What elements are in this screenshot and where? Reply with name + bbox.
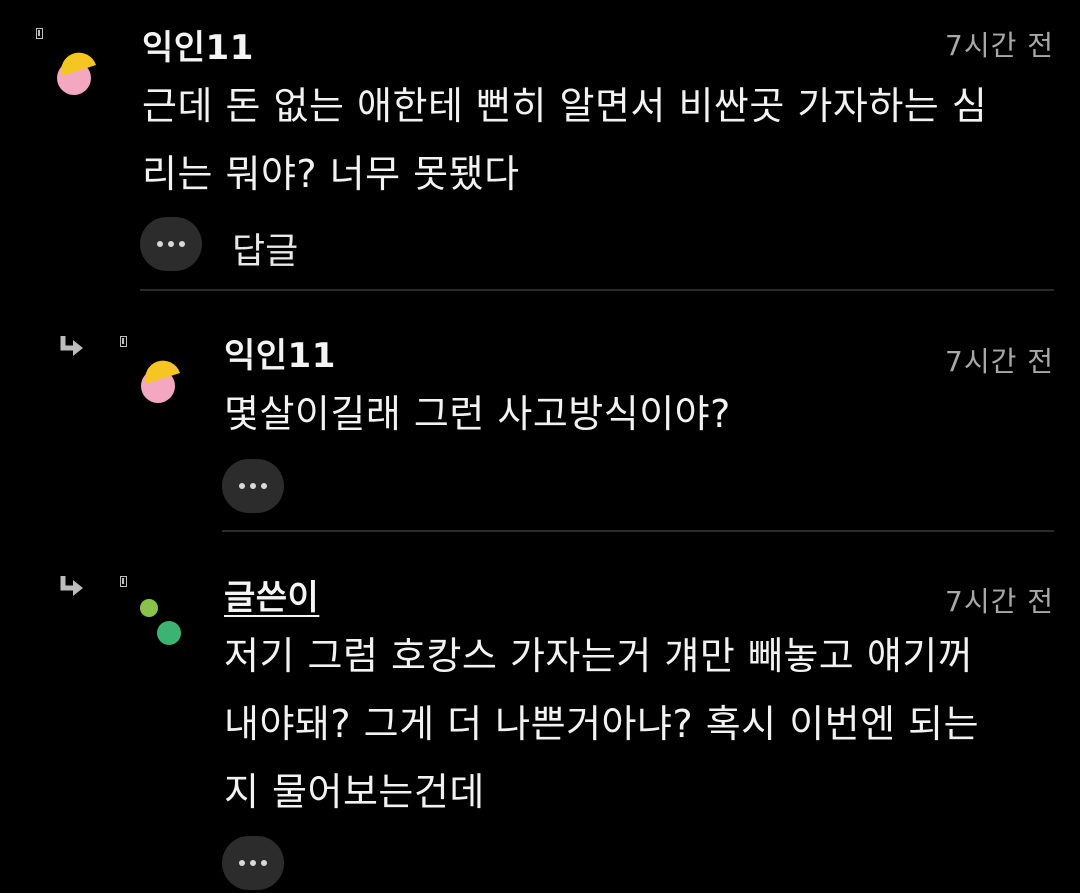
reply-arrow-icon [60,576,83,596]
comment-text-line: 저기 그럼 호캉스 가자는거 걔만 빼놓고 얘기꺼 [224,634,974,678]
comment-text-line: 내야돼? 그게 더 나쁜거아냐? 혹시 이번엔 되는 [224,702,980,746]
comment-text: 근데 돈 없는 애한테 뻔히 알면서 비싼곳 가자하는 심 리는 뭐야? 너무 … [142,72,987,208]
reply-button[interactable]: 답글 [232,222,298,274]
comment-time: 7시간 전 [945,29,1054,62]
more-options-button[interactable] [222,836,284,890]
comment-text-line: 몇살이길래 그런 사고방식이야? [224,392,731,436]
comment-text-line: 근데 돈 없는 애한테 뻔히 알면서 비싼곳 가자하는 심 [142,84,988,128]
comment-marker-icon [36,28,43,39]
reply-comment-item: 글쓴이 7시간 전 저기 그럼 호캉스 가자는거 걔만 빼놓고 얘기꺼 내야돼?… [0,532,1080,893]
comment-marker-icon [120,576,127,587]
more-horizontal-icon [239,483,267,489]
comment-marker-icon [120,336,127,347]
more-options-button[interactable] [140,217,202,271]
comment-author[interactable]: 익인11 [224,328,336,377]
more-horizontal-icon [157,241,185,247]
comment-author[interactable]: 익인11 [142,20,254,69]
reply-comment-item: 익인11 7시간 전 몇살이길래 그런 사고방식이야? [0,292,1080,532]
comment-author[interactable]: 글쓴이 [224,570,319,619]
reply-arrow-icon [60,336,83,356]
comment-text: 몇살이길래 그런 사고방식이야? [224,380,731,448]
avatar-icon[interactable] [134,354,186,406]
comment-divider [140,289,1054,291]
author-avatar-icon[interactable] [134,594,186,646]
comment-text-line: 리는 뭐야? 너무 못됐다 [142,152,520,196]
comment-time: 7시간 전 [945,345,1054,378]
more-horizontal-icon [239,860,267,866]
comment-text: 저기 그럼 호캉스 가자는거 걔만 빼놓고 얘기꺼 내야돼? 그게 더 나쁜거아… [224,622,979,826]
avatar-icon[interactable] [50,46,102,98]
comment-item: 익인11 7시간 전 근데 돈 없는 애한테 뻔히 알면서 비싼곳 가자하는 심… [0,0,1080,292]
more-options-button[interactable] [222,459,284,513]
comment-time: 7시간 전 [945,585,1054,618]
comment-text-line: 지 물어보는건데 [224,770,485,814]
